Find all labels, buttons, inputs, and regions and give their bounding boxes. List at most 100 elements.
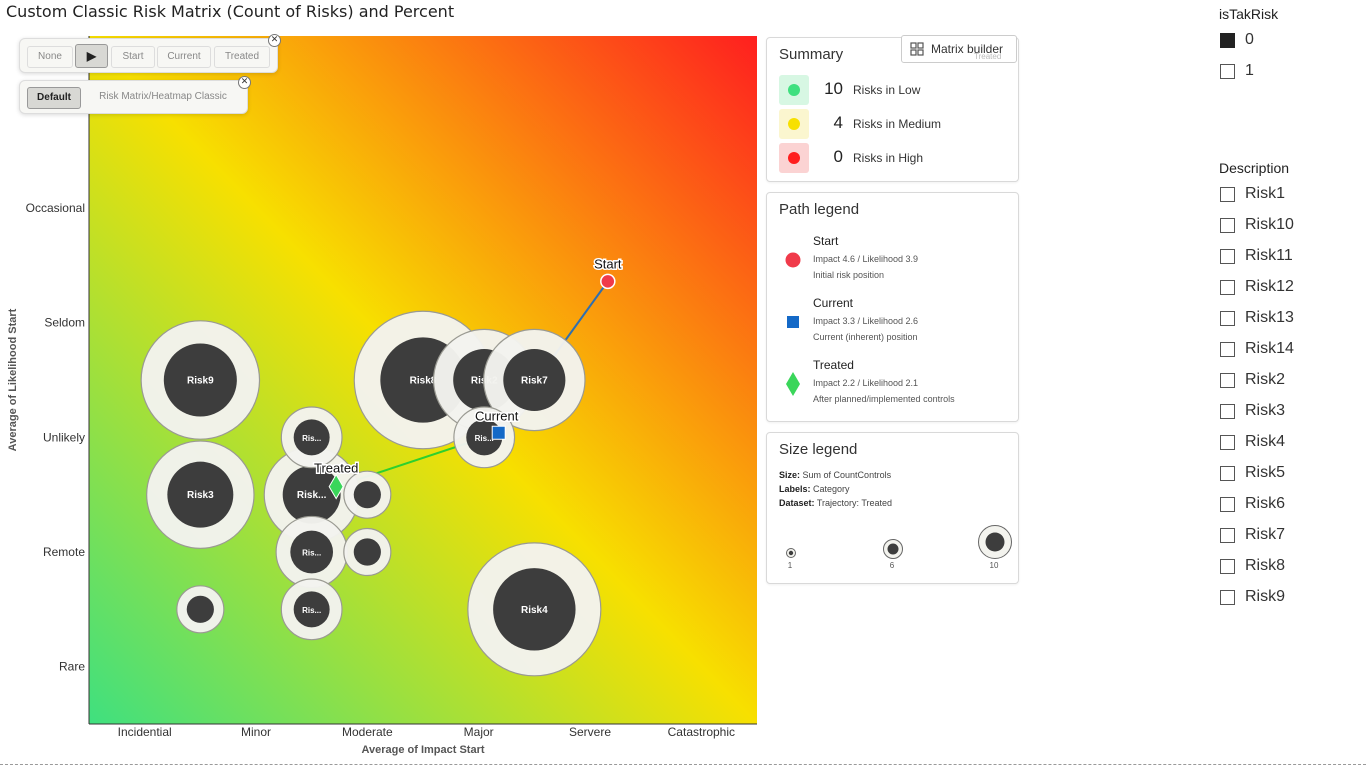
- checkbox[interactable]: [1220, 64, 1235, 79]
- risk-bubble[interactable]: Ris...: [280, 406, 343, 469]
- x-tick-label: Servere: [569, 725, 611, 739]
- x-tick-label: Moderate: [342, 725, 393, 739]
- size-legend-key: Size:: [779, 470, 801, 480]
- risk-bubble[interactable]: [176, 585, 225, 634]
- size-legend-title: Size legend: [779, 441, 858, 458]
- checkbox-label: Risk7: [1245, 526, 1286, 543]
- path-legend-name: Current: [813, 296, 854, 310]
- checkbox[interactable]: [1220, 187, 1235, 202]
- diamond-icon: [786, 372, 800, 396]
- summary-swatch: [779, 143, 809, 173]
- checkbox-label: Risk6: [1245, 495, 1286, 512]
- risk-bubble[interactable]: Risk3: [146, 440, 255, 549]
- checkbox-label: Risk13: [1245, 309, 1294, 326]
- y-tick-label: Seldom: [44, 316, 85, 330]
- path-legend-card: Path legend Start Impact 4.6 / Likelihood…: [766, 192, 1019, 422]
- risk-bubble[interactable]: Ris...: [280, 578, 343, 641]
- checkbox[interactable]: [1220, 33, 1235, 48]
- bubble-label: Ris...: [475, 434, 494, 443]
- x-axis-title: Average of Impact Start: [361, 744, 484, 756]
- heatmap-classic-button[interactable]: Risk Matrix/Heatmap Classic: [86, 87, 240, 107]
- checkbox-label: Risk12: [1245, 278, 1294, 295]
- size-legend-value: Trajectory: Treated: [816, 498, 893, 508]
- risk-bubble[interactable]: [343, 527, 392, 577]
- checkbox[interactable]: [1220, 404, 1235, 419]
- size-legend-value: Sum of CountControls: [802, 470, 892, 480]
- bubble-inner: [353, 538, 381, 566]
- start-button[interactable]: Start: [111, 46, 155, 68]
- size-sample-large: [978, 525, 1012, 559]
- checkbox[interactable]: [1220, 249, 1235, 264]
- current-button[interactable]: Current: [157, 46, 211, 68]
- path-legend-coords: Impact 4.6 / Likelihood 3.9: [813, 254, 919, 264]
- x-tick-label: Minor: [241, 725, 271, 739]
- treated-button[interactable]: Treated: [214, 46, 270, 68]
- risk-matrix-chart[interactable]: Rare Remote Unlikely Seldom Occasional Incid…: [0, 20, 760, 760]
- current-marker[interactable]: [491, 425, 506, 440]
- summary-swatch: [779, 109, 809, 139]
- y-tick-label: Unlikely: [43, 430, 85, 444]
- summary-text: Risks in High: [853, 151, 924, 165]
- checkbox-label: Risk3: [1245, 402, 1286, 419]
- close-icon[interactable]: ✕: [238, 76, 251, 89]
- status-dot-icon: [788, 84, 800, 96]
- checkbox[interactable]: [1220, 280, 1235, 295]
- default-view-button[interactable]: Default: [27, 87, 81, 109]
- size-legend-key: Dataset:: [779, 498, 815, 508]
- checkbox-label: Risk9: [1245, 588, 1286, 605]
- size-sample-label: 1: [787, 561, 793, 570]
- checkbox[interactable]: [1220, 528, 1235, 543]
- istakrisk-slicer-title: isTakRisk: [1219, 6, 1279, 22]
- x-tick-label: Incidential: [118, 725, 172, 739]
- path-legend-desc: After planned/implemented controls: [813, 394, 955, 404]
- bubble-label: Ris...: [302, 434, 321, 443]
- checkbox-label: Risk14: [1245, 340, 1294, 357]
- size-sample-label: 10: [989, 561, 999, 570]
- checkbox[interactable]: [1220, 590, 1235, 605]
- path-legend-name: Start: [813, 234, 839, 248]
- path-legend-name: Treated: [813, 358, 854, 372]
- circle-icon: [785, 252, 801, 268]
- size-sample-small: [786, 548, 796, 558]
- page-title: Custom Classic Risk Matrix (Count of Ris…: [6, 2, 455, 21]
- size-legend-value: Category: [813, 484, 850, 494]
- checkbox[interactable]: [1220, 497, 1235, 512]
- bubble-label: Risk3: [187, 490, 214, 501]
- checkbox-label: 0: [1245, 31, 1254, 48]
- x-tick-label: Catastrophic: [668, 725, 735, 739]
- risk-bubble[interactable]: [343, 470, 392, 519]
- checkbox[interactable]: [1220, 218, 1235, 233]
- size-legend-key: Labels:: [779, 484, 811, 494]
- current-label: Current: [475, 409, 519, 424]
- square-icon: [787, 316, 799, 328]
- checkbox[interactable]: [1220, 311, 1235, 326]
- close-icon[interactable]: ✕: [268, 34, 281, 47]
- x-tick-label: Major: [464, 725, 494, 739]
- bubble-inner: [186, 595, 214, 623]
- summary-row: 10 Risks in Low: [779, 75, 1009, 105]
- size-sample-label: 6: [889, 561, 895, 570]
- summary-row: 4 Risks in Medium: [779, 109, 1009, 139]
- checkbox-label: Risk11: [1245, 247, 1293, 264]
- checkbox-label: Risk4: [1245, 433, 1286, 450]
- risk-bubble[interactable]: Ris...: [275, 515, 348, 589]
- play-button[interactable]: ▶: [75, 44, 108, 68]
- summary-count: 0: [833, 147, 843, 166]
- y-tick-label: Remote: [43, 545, 85, 559]
- bubble-label: Risk4: [521, 605, 548, 616]
- y-tick-label: Occasional: [26, 201, 85, 215]
- size-legend-card: Size legend Size: Sum of CountControls La…: [766, 432, 1019, 584]
- start-marker[interactable]: [600, 273, 616, 290]
- risk-bubble[interactable]: Risk9: [140, 320, 261, 440]
- risk-bubble[interactable]: Risk4: [467, 542, 602, 677]
- bubble-label: Risk8: [410, 376, 437, 387]
- checkbox[interactable]: [1220, 373, 1235, 388]
- checkbox[interactable]: [1220, 466, 1235, 481]
- checkbox[interactable]: [1220, 342, 1235, 357]
- path-legend-coords: Impact 3.3 / Likelihood 2.6: [813, 316, 919, 326]
- checkbox[interactable]: [1220, 435, 1235, 450]
- checkbox[interactable]: [1220, 559, 1235, 574]
- none-button[interactable]: None: [27, 46, 73, 68]
- bubble-label: Risk7: [521, 376, 548, 387]
- description-slicer-title: Description: [1219, 160, 1290, 176]
